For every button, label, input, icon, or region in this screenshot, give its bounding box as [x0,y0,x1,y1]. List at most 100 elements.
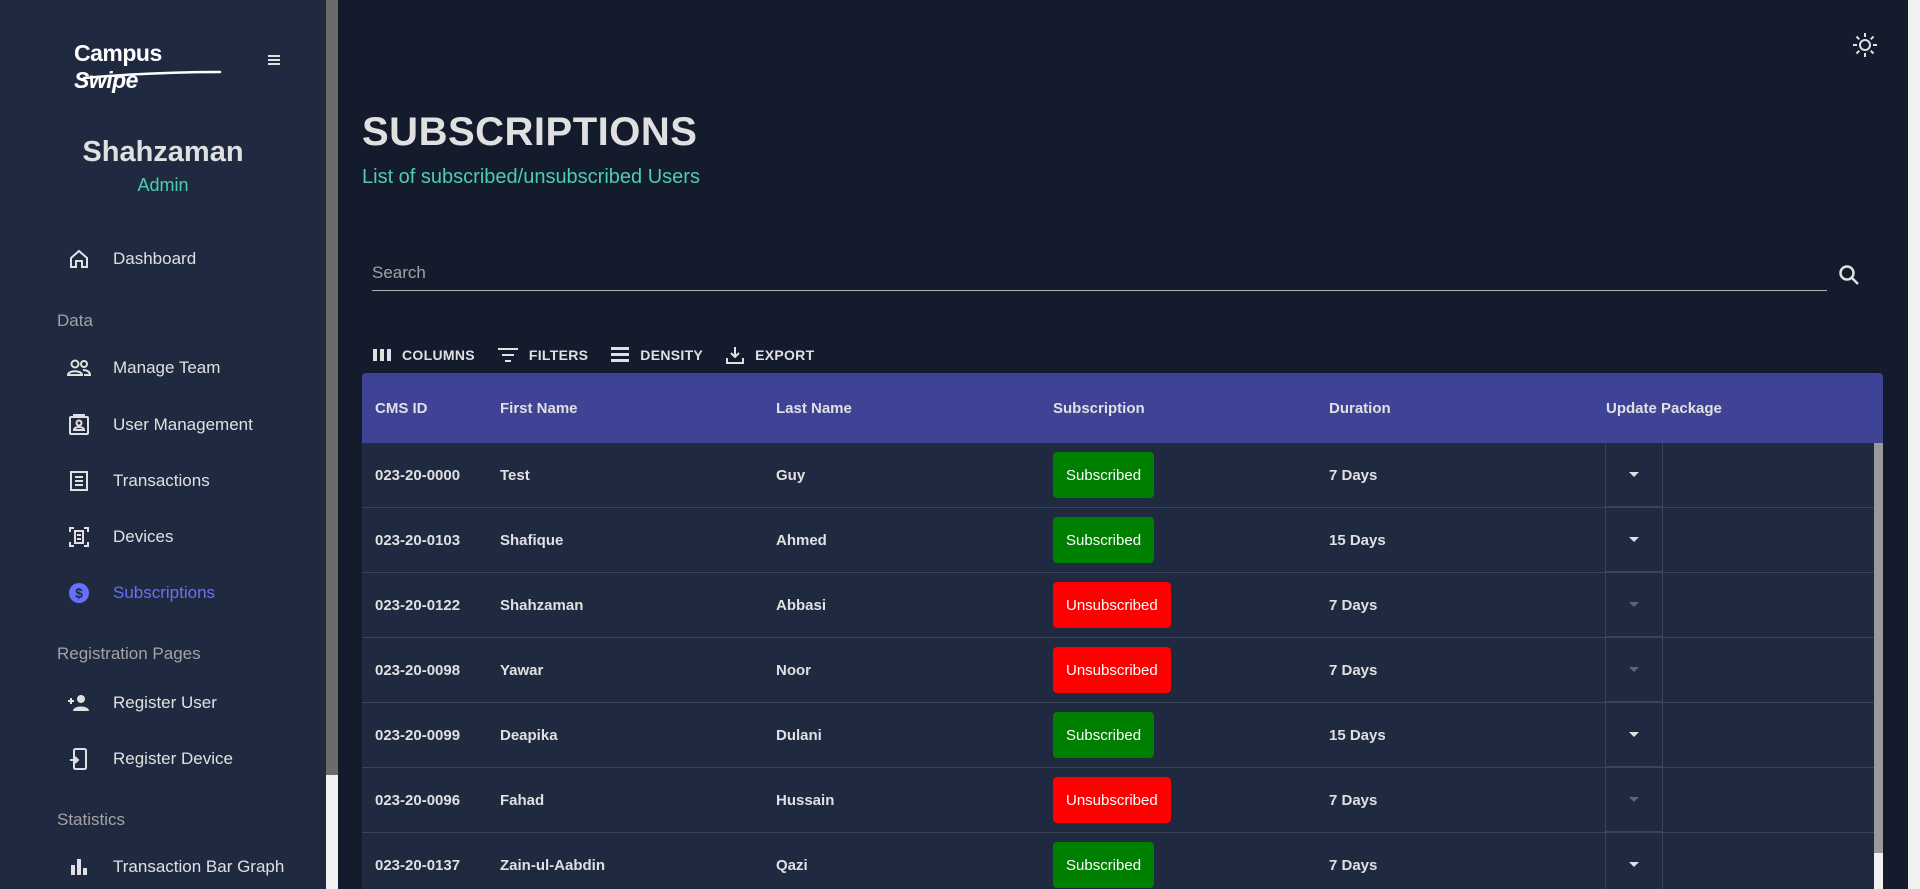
column-header-first-name[interactable]: First Name [500,373,578,443]
columns-button[interactable]: COLUMNS [372,347,475,363]
update-package-dropdown[interactable] [1605,443,1663,507]
cell-cms-id: 023-20-0122 [375,596,461,614]
density-icon [611,347,630,362]
table-row[interactable]: 023-20-0122 Shahzaman Abbasi Unsubscribe… [362,573,1874,638]
add-person-icon [64,688,94,718]
sidebar-scrollbar-thumb[interactable] [326,0,338,775]
cell-duration: 15 Days [1329,531,1386,549]
column-header-update-package[interactable]: Update Package [1606,373,1722,443]
cell-last-name: Dulani [776,726,822,744]
table-row[interactable]: 023-20-0103 Shafique Ahmed Subscribed 15… [362,508,1874,573]
cell-duration: 15 Days [1329,726,1386,744]
sidebar-item-dashboard[interactable]: Dashboard [64,242,196,276]
cell-last-name: Ahmed [776,531,827,549]
cell-cms-id: 023-20-0099 [375,726,461,744]
caret-down-icon [1629,472,1639,477]
sidebar-item-label: Transactions [113,471,210,490]
density-button[interactable]: DENSITY [610,346,703,364]
table-row[interactable]: 023-20-0096 Fahad Hussain Unsubscribed 7… [362,768,1874,833]
grid-header: CMS ID First Name Last Name Subscription… [362,373,1883,443]
table-row[interactable]: 023-20-0000 Test Guy Subscribed 7 Days [362,443,1874,508]
column-header-duration[interactable]: Duration [1329,373,1391,443]
filters-button[interactable]: FILTERS [497,346,588,364]
columns-label: COLUMNS [402,347,475,363]
dollar-circle-icon: $ [64,578,94,608]
cell-subscription: Subscribed [1053,508,1155,572]
cell-subscription: Unsubscribed [1053,573,1171,637]
update-package-dropdown [1605,768,1663,832]
search-input[interactable] [372,258,1827,288]
page-title: SUBSCRIPTIONS [362,110,698,154]
table-row[interactable]: 023-20-0098 Yawar Noor Unsubscribed 7 Da… [362,638,1874,703]
sun-icon[interactable] [1850,30,1880,60]
cell-duration: 7 Days [1329,791,1378,809]
update-package-dropdown[interactable] [1605,833,1663,889]
campus-swipe-logo[interactable]: Campus Swipe [74,40,229,93]
table-row[interactable]: 023-20-0099 Deapika Dulani Subscribed 15… [362,703,1874,768]
update-package-dropdown[interactable] [1605,508,1663,572]
caret-down-icon [1629,797,1639,802]
caret-down-icon [1629,537,1639,542]
subscriptions-grid: CMS ID First Name Last Name Subscription… [362,373,1883,889]
sidebar-item-subscriptions[interactable]: $ Subscriptions [64,576,215,610]
column-header-cms-id[interactable]: CMS ID [375,373,428,443]
profile-name: Shahzaman [82,136,244,168]
hamburger-icon[interactable] [266,50,282,73]
receipt-list-icon [64,466,94,496]
home-icon [64,244,94,274]
caret-down-icon [1629,602,1639,607]
status-badge: Unsubscribed [1053,582,1171,628]
sidebar-item-transactions[interactable]: Transactions [64,464,210,498]
update-package-dropdown[interactable] [1605,703,1663,767]
filters-label: FILTERS [528,347,589,363]
sidebar-item-devices[interactable]: Devices [64,520,173,554]
status-badge: Unsubscribed [1053,647,1171,693]
export-button[interactable]: EXPORT [725,345,814,365]
sidebar-item-register-device[interactable]: Register Device [64,742,233,776]
bar-chart-icon [64,852,94,882]
column-header-last-name[interactable]: Last Name [776,373,852,443]
grid-scrollbar-thumb[interactable] [1874,443,1883,853]
cell-first-name: Test [500,466,530,484]
cell-first-name: Yawar [500,661,544,679]
table-row[interactable]: 023-20-0137 Zain-ul-Aabdin Qazi Subscrib… [362,833,1874,889]
cell-first-name: Fahad [500,791,545,809]
cell-duration: 7 Days [1329,856,1378,874]
cell-subscription: Subscribed [1053,833,1155,889]
phone-add-icon [64,744,94,774]
page-subtitle: List of subscribed/unsubscribed Users [362,166,700,188]
profile-role: Admin [137,175,189,195]
cell-last-name: Abbasi [776,596,827,614]
cell-last-name: Qazi [776,856,808,874]
device-scan-icon [64,522,94,552]
update-package-dropdown [1605,638,1663,702]
logo-text: Campus Swipe [74,40,162,93]
grid-toolbar: COLUMNS FILTERS DENSITY EXPORT [372,343,836,367]
caret-down-icon [1629,732,1639,737]
cell-subscription: Subscribed [1053,703,1155,767]
column-header-subscription[interactable]: Subscription [1053,373,1145,443]
search-icon[interactable] [1836,262,1862,288]
grid-scrollbar[interactable] [1874,443,1883,889]
nav-section-statistics: Statistics [57,810,126,829]
sidebar-item-register-user[interactable]: Register User [64,686,217,720]
cell-subscription: Unsubscribed [1053,768,1171,832]
sidebar-item-manage-team[interactable]: Manage Team [64,351,220,385]
people-icon [64,353,94,383]
search-field [372,258,1827,291]
cell-first-name: Zain-ul-Aabdin [500,856,605,874]
sidebar-item-label: User Management [113,415,253,434]
sidebar-item-user-management[interactable]: User Management [64,408,253,442]
status-badge: Subscribed [1053,452,1155,498]
page-scrollbar[interactable] [1908,0,1920,889]
cell-cms-id: 023-20-0103 [375,531,461,549]
status-badge: Subscribed [1053,517,1155,563]
cell-subscription: Unsubscribed [1053,638,1171,702]
download-icon [726,347,745,364]
sidebar-item-transaction-bar-graph[interactable]: Transaction Bar Graph [64,850,284,884]
grid-body: 023-20-0000 Test Guy Subscribed 7 Days 0… [362,443,1883,889]
sidebar-item-label: Dashboard [113,249,197,268]
sidebar-scrollbar[interactable] [326,0,338,889]
cell-duration: 7 Days [1329,466,1378,484]
sidebar-item-label: Register Device [113,749,233,768]
